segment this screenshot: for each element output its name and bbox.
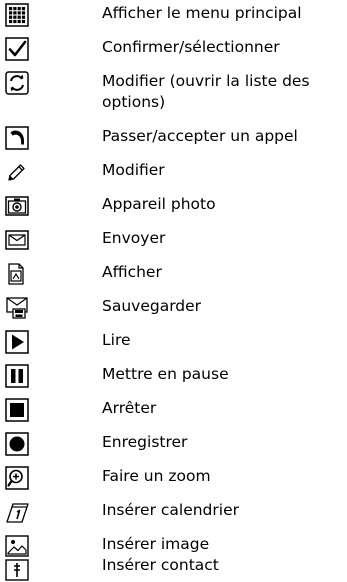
image-icon: [5, 534, 29, 558]
list-item-label: Insérer calendrier: [102, 501, 239, 519]
display-icon: [5, 262, 29, 286]
zoom-icon: [5, 466, 29, 490]
list-item-label: Arrêter: [102, 399, 157, 417]
stop-icon: [5, 398, 29, 422]
list-item-label: Appareil photo: [102, 195, 216, 213]
list-item-label: Lire: [102, 331, 131, 349]
list-item-label: Passer/accepter un appel: [102, 127, 298, 145]
record-icon: [5, 432, 29, 456]
contact-icon: [5, 558, 29, 582]
list-item-label: Modifier (ouvrir la liste des options): [102, 72, 310, 111]
phone-handset-icon: [5, 126, 29, 150]
icon-legend-list: Afficher le menu principal Confirmer/sél…: [0, 0, 347, 581]
list-item-label: Enregistrer: [102, 433, 188, 451]
play-icon: [5, 330, 29, 354]
calendar-icon: [5, 500, 29, 524]
main-menu-grid-icon: [5, 3, 29, 27]
list-item-label: Mettre en pause: [102, 365, 229, 383]
list-item-label: Afficher: [102, 263, 162, 281]
envelope-icon: [5, 228, 29, 252]
list-item-label: Sauvegarder: [102, 297, 202, 315]
list-item-label: Afficher le menu principal: [102, 4, 302, 22]
save-icon: [5, 296, 29, 320]
list-item-label: Insérer image: [102, 535, 210, 553]
list-item-label: Confirmer/sélectionner: [102, 38, 280, 56]
checkmark-icon: [5, 37, 29, 61]
list-item-label: Insérer contact: [102, 556, 219, 574]
list-item-label: Modifier: [102, 161, 165, 179]
list-item-label: Envoyer: [102, 229, 166, 247]
pause-icon: [5, 364, 29, 388]
pencil-icon: [5, 160, 29, 184]
camera-icon: [5, 194, 29, 218]
options-cycle-icon: [5, 71, 29, 95]
list-item-label: Faire un zoom: [102, 467, 211, 485]
